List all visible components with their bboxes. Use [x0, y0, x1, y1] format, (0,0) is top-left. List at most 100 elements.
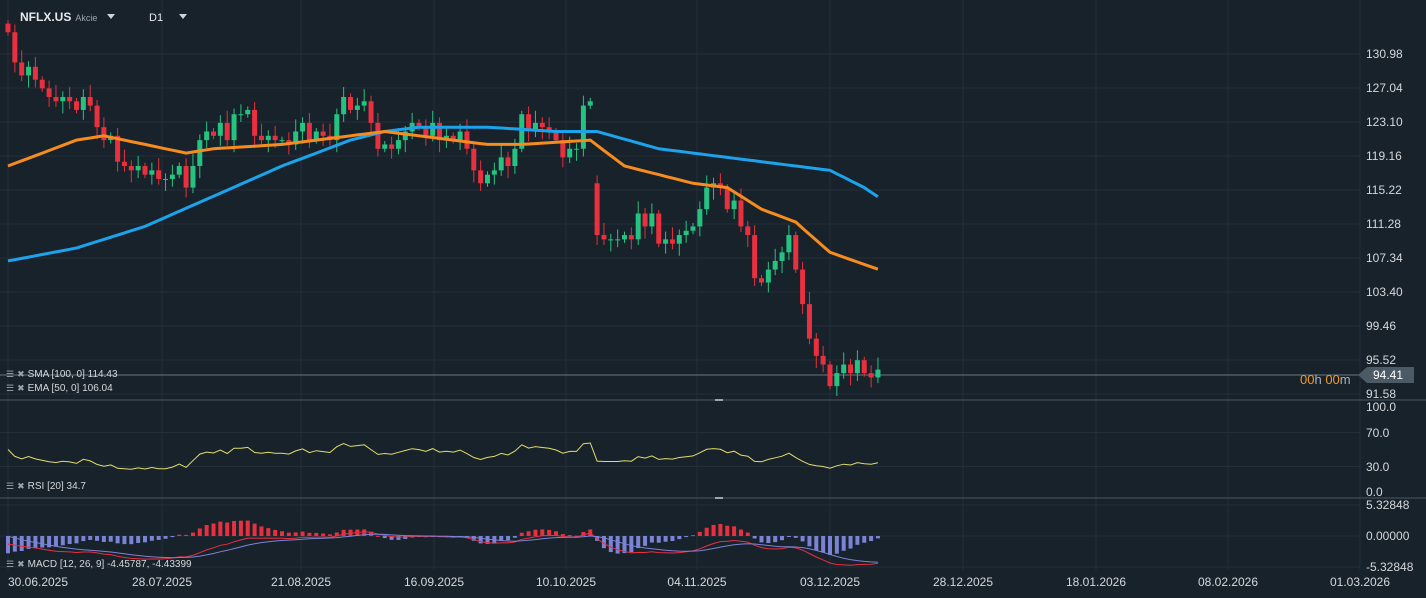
macd-histogram-bar [519, 532, 524, 536]
rsi-tick: 30.0 [1366, 459, 1390, 474]
macd-histogram-bar [656, 536, 661, 543]
macd-histogram-bar [307, 532, 312, 536]
legend-sma[interactable]: ☰ ✖ SMA [100, 0] 114.43 [6, 369, 118, 380]
date-label: 01.03.2026 [1329, 575, 1391, 589]
candle-body [683, 230, 689, 236]
candle-body [772, 260, 778, 270]
candle-body [854, 360, 860, 374]
candle-body [197, 140, 203, 167]
price-tick: 99.46 [1366, 319, 1397, 334]
candle-body [320, 131, 326, 136]
macd-histogram-bar [177, 534, 182, 536]
candle-body [135, 166, 141, 171]
macd-histogram-bar [156, 536, 161, 540]
pane-resize-handle [715, 399, 723, 401]
macd-histogram-bar [786, 536, 791, 537]
macd-histogram-bar [81, 536, 86, 542]
macd-histogram-bar [293, 532, 298, 536]
macd-histogram-bar [704, 527, 709, 536]
close-icon[interactable]: ✖ [17, 383, 25, 394]
macd-histogram-bar [643, 536, 648, 546]
close-icon[interactable]: ✖ [17, 481, 25, 492]
macd-histogram-bar [218, 521, 223, 536]
macd-histogram-bar [101, 536, 106, 542]
chart-canvas[interactable] [0, 0, 1426, 598]
candle-body [567, 148, 573, 158]
macd-histogram-bar [540, 529, 545, 536]
candle-body [368, 101, 374, 123]
candle-body [231, 114, 237, 141]
settings-icon[interactable]: ☰ [6, 559, 14, 570]
rsi-tick: 0.0 [1366, 485, 1383, 499]
macd-histogram-bar [53, 536, 58, 547]
settings-icon[interactable]: ☰ [6, 383, 14, 394]
timeframe-selector[interactable]: D1 [149, 12, 188, 24]
macd-histogram-bar [149, 536, 154, 541]
candle-body [94, 105, 100, 128]
candle-body [258, 135, 264, 141]
macd-histogram-bar [286, 532, 291, 536]
candle-body [642, 213, 648, 227]
macd-histogram-bar [280, 531, 284, 536]
macd-histogram-bar [259, 526, 264, 536]
macd-histogram-bar [60, 536, 65, 546]
candle-body [574, 148, 580, 150]
macd-histogram-bar [190, 532, 195, 536]
candle-body [341, 96, 347, 115]
macd-histogram-bar [88, 536, 93, 540]
chevron-down-icon[interactable] [179, 14, 188, 19]
date-label: 28.07.2025 [131, 575, 193, 589]
macd-histogram-bar [834, 536, 839, 554]
candle-body [875, 369, 881, 378]
macd-histogram-bar [238, 520, 243, 536]
macd-histogram-bar [273, 529, 278, 536]
close-icon[interactable]: ✖ [17, 559, 25, 570]
candle-body [176, 166, 182, 175]
ema-line [7, 129, 879, 271]
candle-body [19, 62, 25, 76]
macd-histogram-bar [807, 536, 812, 547]
candle-body [485, 174, 490, 184]
macd-histogram-bar [875, 536, 880, 539]
pane-resize-handle [715, 497, 723, 499]
candle-body [745, 226, 751, 236]
candle-body [306, 122, 312, 141]
candle-body [505, 157, 511, 167]
close-icon[interactable]: ✖ [17, 369, 25, 380]
settings-icon[interactable]: ☰ [6, 369, 14, 380]
candle-body [300, 122, 306, 132]
macd-histogram-bar [375, 535, 380, 537]
macd-histogram-bar [232, 521, 237, 536]
macd-histogram-bar [848, 536, 853, 549]
asset-type-label: Akcie [75, 13, 98, 23]
symbol-selector[interactable]: NFLX.US Akcie [20, 10, 116, 24]
candle-body [779, 252, 785, 261]
macd-histogram-bar [855, 536, 860, 545]
macd-histogram-bar [197, 528, 202, 536]
macd-histogram-bar [211, 523, 216, 536]
candle-body [690, 226, 696, 231]
legend-macd[interactable]: ☰ ✖ MACD [12, 26, 9] -4.45787, -4.43399 [6, 559, 192, 570]
candle-body [813, 338, 819, 356]
macd-tick: 5.32848 [1366, 497, 1410, 512]
macd-histogram-bar [629, 536, 634, 553]
candle-body [464, 131, 470, 149]
legend-ema[interactable]: ☰ ✖ EMA [50, 0] 106.04 [6, 383, 113, 394]
candle-body [128, 166, 134, 171]
candle-body [656, 213, 662, 244]
candle-body [759, 278, 764, 283]
candle-body [272, 135, 278, 141]
chevron-down-icon[interactable] [107, 14, 116, 19]
macd-histogram-bar [19, 536, 24, 551]
candle-body [663, 239, 669, 244]
macd-histogram-bar [670, 536, 675, 541]
legend-rsi[interactable]: ☰ ✖ RSI [20] 34.7 [6, 481, 86, 492]
date-label: 08.02.2026 [1197, 575, 1259, 589]
candle-body [731, 200, 737, 210]
candle-body [724, 187, 730, 210]
price-tick: 130.98 [1366, 47, 1403, 61]
macd-histogram-bar [560, 534, 565, 536]
macd-histogram-bar [129, 536, 134, 545]
macd-histogram-bar [677, 536, 682, 540]
settings-icon[interactable]: ☰ [6, 481, 14, 492]
